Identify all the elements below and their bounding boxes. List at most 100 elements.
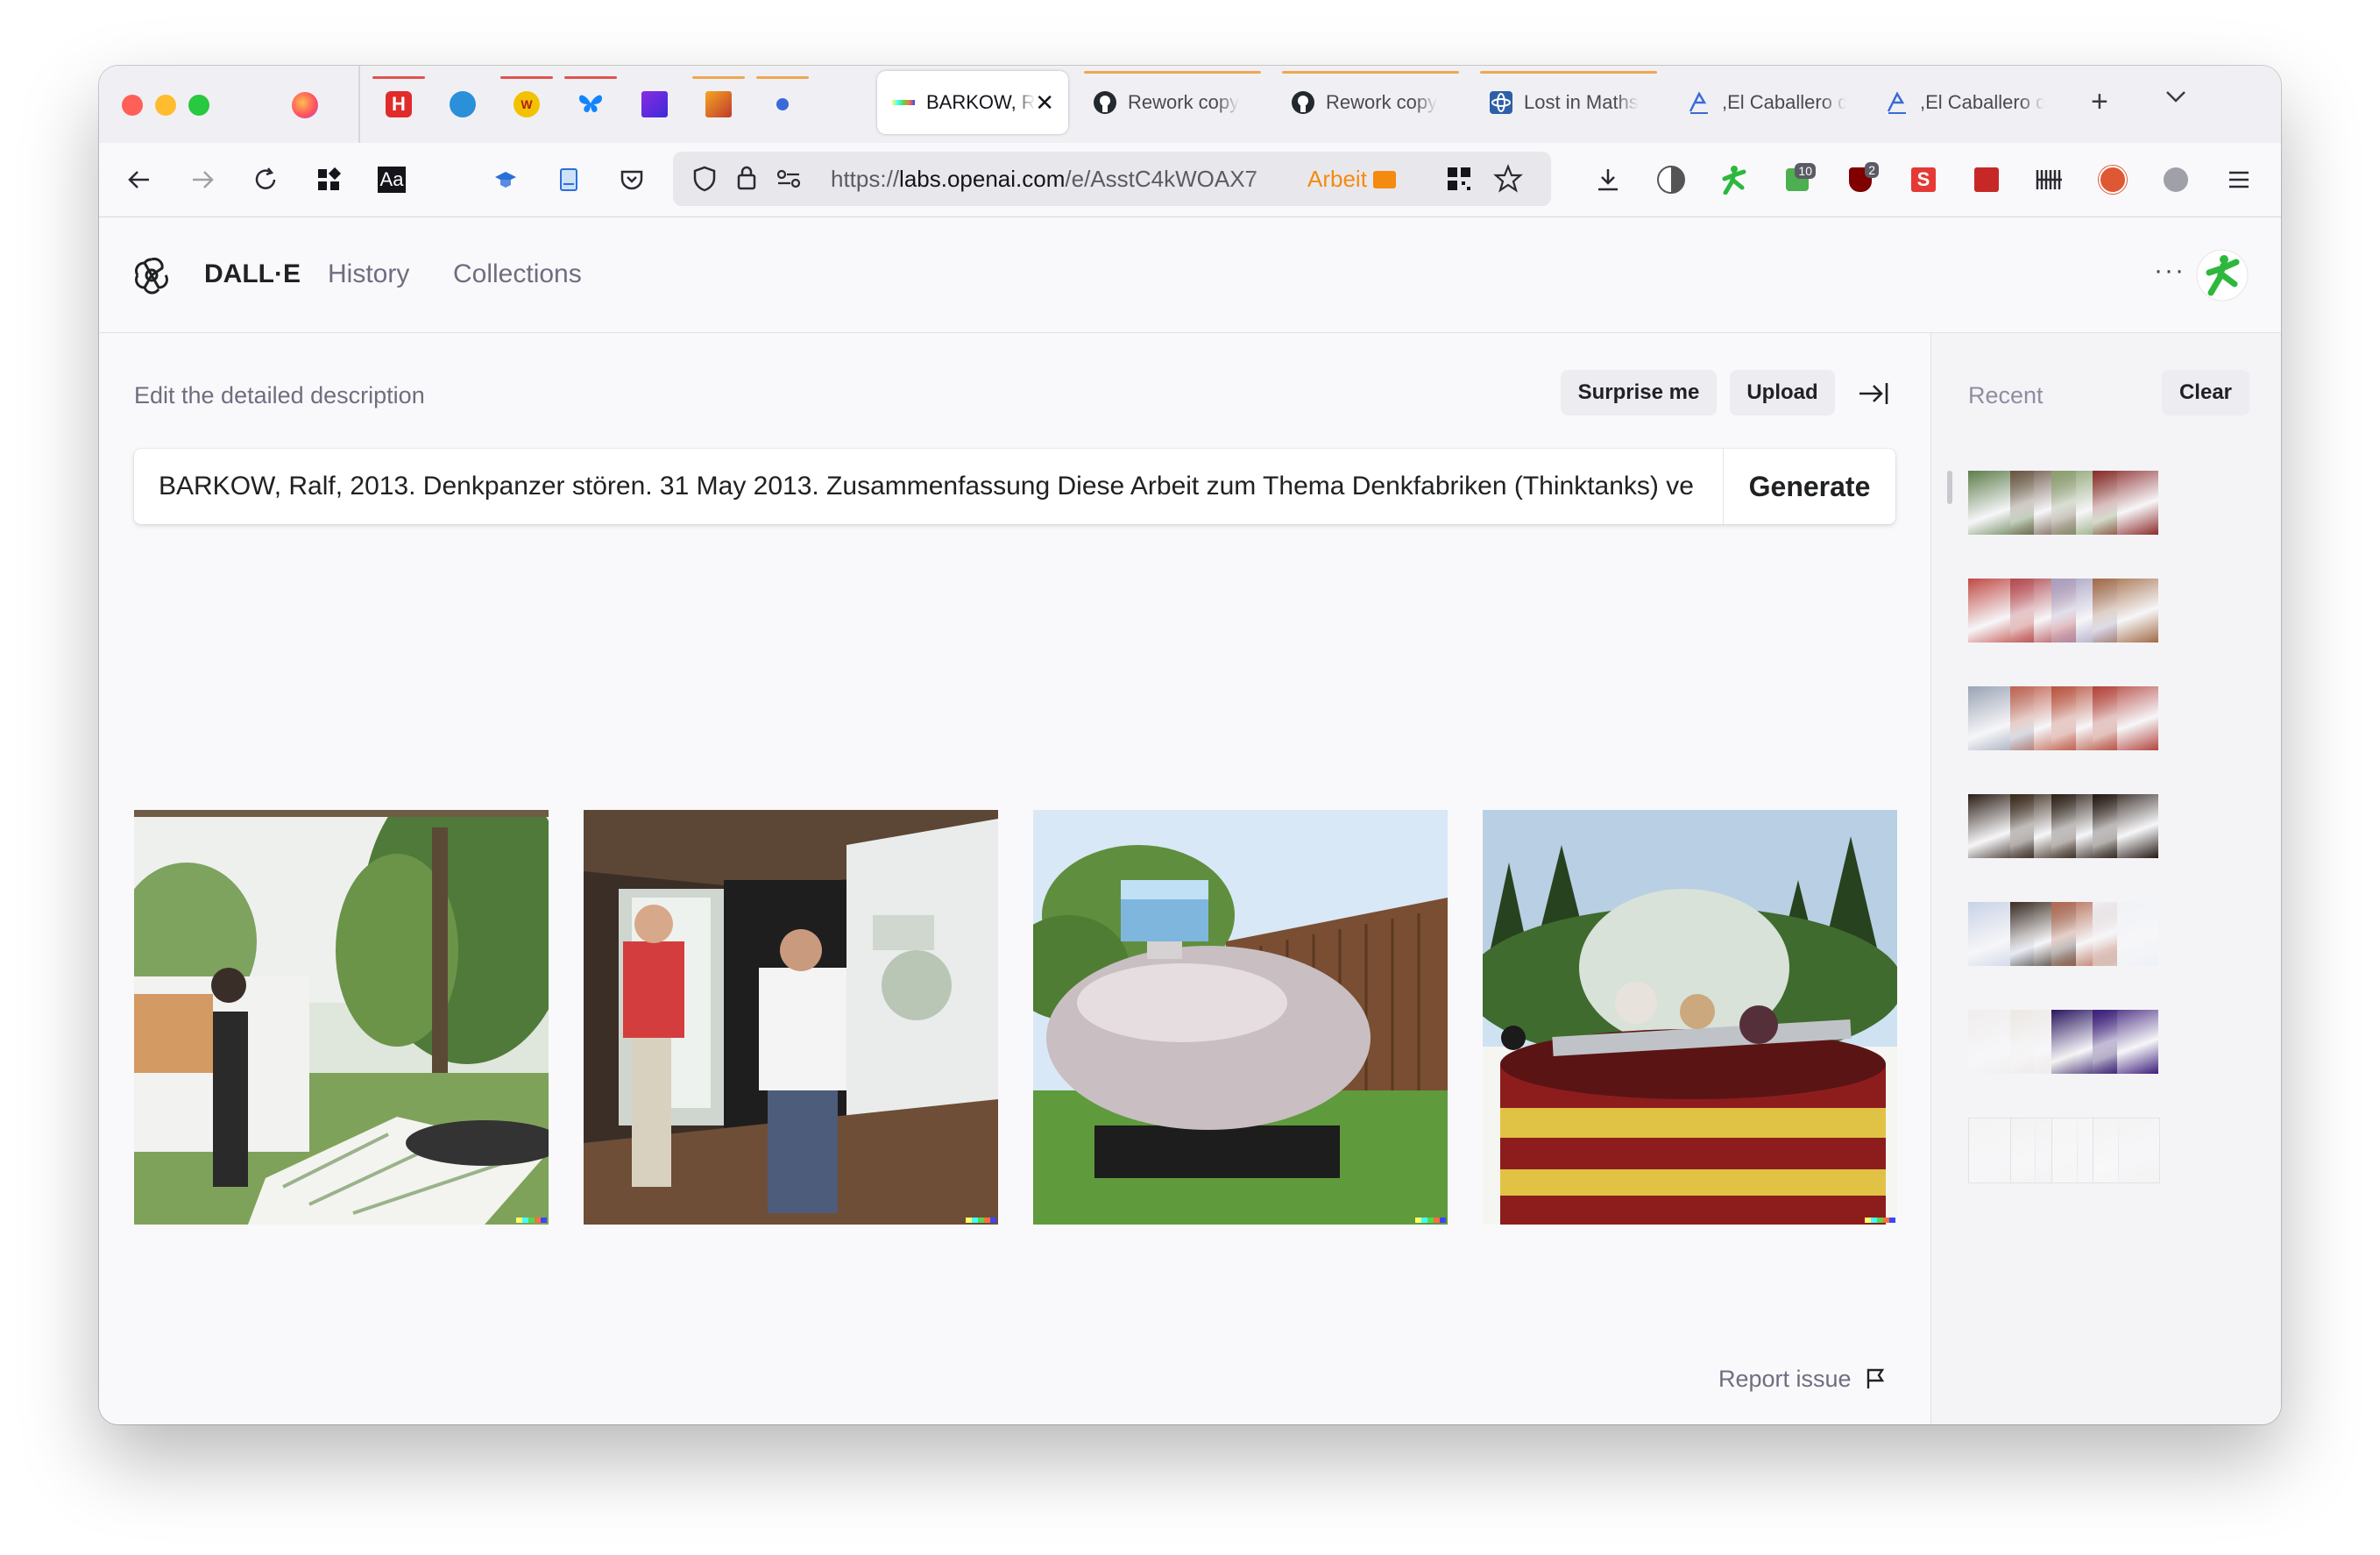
dalle-signature (1865, 1218, 1895, 1223)
document-icon[interactable] (548, 159, 590, 201)
recent-thumbnail[interactable] (2093, 686, 2158, 750)
openai-logo-icon[interactable] (132, 256, 171, 295)
recent-thumbnail[interactable] (2093, 1118, 2160, 1183)
tab-lost-in-maths[interactable]: Lost in Maths (1475, 71, 1662, 134)
reader-view-icon[interactable]: Aa (371, 159, 413, 201)
pinned-tab-dot[interactable] (754, 76, 811, 132)
tab-label: ,El Caballero d (1722, 91, 1846, 113)
clear-button[interactable]: Clear (2162, 370, 2249, 415)
url-bar[interactable]: https://labs.openai.com/e/AsstC4kWOAX7 A… (673, 152, 1551, 206)
description-label: Edit the detailed description (134, 382, 425, 408)
user-avatar[interactable] (2196, 249, 2249, 302)
result-image-exhibition[interactable] (584, 810, 998, 1225)
surprise-me-button[interactable]: Surprise me (1561, 370, 1717, 415)
recent-title: Recent (1968, 382, 2044, 408)
recent-thumbnail[interactable] (2093, 1010, 2158, 1074)
window-controls (122, 95, 209, 116)
minimize-window-button[interactable] (155, 95, 176, 116)
dalle-signature (516, 1218, 547, 1223)
pinned-tab-h[interactable]: H (371, 76, 427, 132)
gradient-square-icon (705, 91, 732, 117)
atom-icon (1489, 90, 1513, 115)
pocket-icon[interactable] (611, 159, 653, 201)
prompt-text[interactable]: BARKOW, Ralf, 2013. Denkpanzer stören. 3… (159, 472, 1710, 501)
more-options-button[interactable]: ··· (2154, 256, 2185, 286)
url-text[interactable]: https://labs.openai.com/e/AsstC4kWOAX7 (831, 166, 1304, 193)
sidebar-scrollbar[interactable] (1947, 471, 1952, 504)
tab-barkow[interactable]: BARKOW, R ✕ (877, 71, 1068, 134)
tab-label: Lost in Maths (1524, 91, 1639, 113)
lock-icon[interactable] (736, 164, 757, 196)
extension-barcode-icon[interactable] (2029, 159, 2071, 201)
ublock-icon[interactable]: 2 (1839, 159, 1881, 201)
recent-thumbnail[interactable] (2093, 579, 2158, 643)
tab-label: ,El Caballero d (1920, 91, 2044, 113)
menu-hamburger-icon[interactable] (2218, 159, 2260, 201)
pinned-tab-globe[interactable] (435, 76, 491, 132)
globe-icon (450, 91, 476, 117)
tab-brand-icon (1687, 90, 1711, 115)
url-scheme: https:// (831, 166, 900, 192)
tracking-shield-icon[interactable] (692, 166, 717, 196)
close-tab-icon[interactable]: ✕ (1035, 89, 1054, 117)
report-issue-label: Report issue (1718, 1366, 1852, 1392)
new-tab-button[interactable]: + (2091, 85, 2108, 119)
pinned-separator (358, 66, 360, 143)
tab-rework-2[interactable]: Rework copy (1277, 71, 1464, 134)
flag-icon (1866, 1368, 1885, 1388)
recent-thumbnail[interactable] (2093, 902, 2158, 966)
extension-notes-icon[interactable]: 10 (1776, 159, 1818, 201)
container-indicator[interactable]: Arbeit (1307, 166, 1397, 193)
dalle-signature (966, 1218, 996, 1223)
extension-cookie-icon[interactable] (2155, 159, 2197, 201)
qr-code-icon[interactable] (1446, 166, 1472, 196)
list-all-tabs-button[interactable] (2163, 83, 2189, 117)
apps-grid-icon[interactable] (308, 159, 350, 201)
pinned-tab-wiki[interactable]: W (499, 76, 555, 132)
extension-badge: 10 (1795, 163, 1816, 179)
result-image-drum[interactable] (1483, 810, 1897, 1225)
result-image-park-map[interactable] (134, 810, 549, 1225)
generate-button[interactable]: Generate (1724, 449, 1895, 524)
reload-button[interactable] (244, 159, 287, 201)
tab-rework-1[interactable]: Rework copy (1079, 71, 1266, 134)
firefox-icon[interactable] (292, 92, 318, 118)
extension-globe-icon[interactable] (1650, 159, 1692, 201)
url-host: labs.openai.com (899, 166, 1066, 192)
collapse-sidebar-icon[interactable] (1858, 380, 1889, 407)
dalle-signature (1415, 1218, 1446, 1223)
prompt-input[interactable]: BARKOW, Ralf, 2013. Denkpanzer stören. 3… (134, 449, 1895, 524)
butterfly-icon (577, 91, 604, 117)
report-issue-link[interactable]: Report issue (1718, 1366, 1886, 1393)
result-image-tank[interactable] (1033, 810, 1448, 1225)
permissions-icon[interactable] (775, 167, 803, 195)
tab-label: Rework copy (1326, 91, 1438, 113)
tab-el-caballero-1[interactable]: ,El Caballero d (1673, 71, 1860, 134)
dalle-tab-icon (891, 90, 916, 115)
forward-button[interactable] (181, 159, 223, 201)
github-icon (1291, 90, 1315, 115)
upload-button[interactable]: Upload (1730, 370, 1835, 415)
pinned-tab-purple[interactable] (627, 76, 683, 132)
url-path: /e/AsstC4kWOAX7 (1065, 166, 1258, 192)
extension-green-man-icon[interactable] (1713, 159, 1755, 201)
extension-s-icon[interactable]: S (1902, 159, 1944, 201)
tab-el-caballero-2[interactable]: ,El Caballero d (1871, 71, 2058, 134)
recent-thumbnail[interactable] (2093, 471, 2158, 535)
bookmark-star-icon[interactable] (1493, 164, 1523, 198)
brand-title[interactable]: DALL·E (204, 259, 301, 289)
downloads-icon[interactable] (1587, 159, 1629, 201)
nav-collections[interactable]: Collections (453, 259, 582, 289)
bookmark-cap-icon[interactable] (485, 159, 527, 201)
nav-history[interactable]: History (328, 259, 409, 289)
zoom-window-button[interactable] (188, 95, 209, 116)
extension-pen-icon[interactable] (1966, 159, 2008, 201)
duckduckgo-icon[interactable] (2092, 159, 2134, 201)
recent-thumbnail[interactable] (2093, 794, 2158, 858)
back-button[interactable] (118, 159, 160, 201)
pinned-tab-butterfly[interactable] (563, 76, 619, 132)
pinned-tabs: H W (371, 76, 818, 132)
close-window-button[interactable] (122, 95, 143, 116)
pinned-tab-gradient[interactable] (691, 76, 747, 132)
h-logo-icon: H (386, 91, 412, 117)
